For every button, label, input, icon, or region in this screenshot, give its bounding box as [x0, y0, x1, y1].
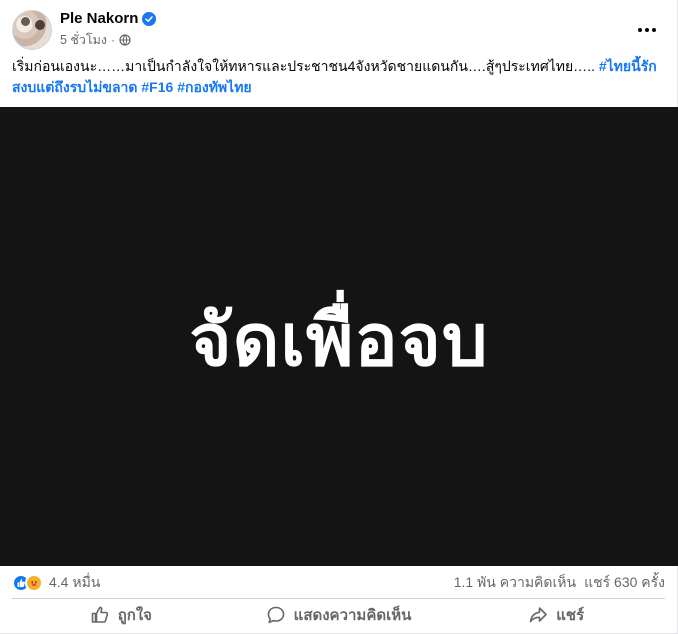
- post-text: เริ่มก่อนเองนะ……มาเป็นกำลังใจให้ทหารและป…: [12, 58, 595, 74]
- separator-dot: ·: [111, 33, 115, 47]
- share-count-link[interactable]: แชร์ 630 ครั้ง: [584, 572, 665, 594]
- verified-badge-icon: [142, 11, 157, 26]
- thumbs-up-icon: [91, 606, 108, 623]
- share-arrow-icon: [529, 607, 548, 623]
- share-label: แชร์: [556, 607, 585, 624]
- globe-icon[interactable]: [119, 34, 131, 46]
- post-timestamp[interactable]: 5 ชั่วโมง: [60, 30, 107, 50]
- post-card: Ple Nakorn 5 ชั่วโมง · เริ่มก่อนเองนะ……ม…: [0, 0, 678, 634]
- more-options-icon[interactable]: [633, 16, 661, 44]
- hashtag-link[interactable]: #กองทัพไทย: [177, 79, 251, 95]
- post-time-row: 5 ชั่วโมง ·: [60, 30, 156, 50]
- comment-bubble-icon: [267, 606, 284, 624]
- care-reaction-icon: [25, 574, 43, 592]
- action-bar: ถูกใจ แสดงความคิดเห็น แชร์: [12, 600, 665, 630]
- post-image[interactable]: จัดเพื่อจบ: [0, 107, 678, 566]
- comment-button[interactable]: แสดงความคิดเห็น: [230, 600, 448, 630]
- comment-label: แสดงความคิดเห็น: [293, 607, 412, 624]
- post-stats: 4.4 หมื่น 1.1 พัน ความคิดเห็น แชร์ 630 ค…: [12, 572, 665, 594]
- post-body: เริ่มก่อนเองนะ……มาเป็นกำลังใจให้ทหารและป…: [12, 56, 662, 98]
- author-name[interactable]: Ple Nakorn: [60, 10, 138, 27]
- post-meta: Ple Nakorn 5 ชั่วโมง ·: [60, 10, 157, 50]
- divider: [12, 598, 665, 599]
- like-label: ถูกใจ: [117, 607, 152, 624]
- author-avatar[interactable]: [12, 10, 52, 50]
- author-row: Ple Nakorn: [60, 10, 157, 27]
- hashtag-link[interactable]: #F16: [141, 79, 173, 95]
- share-button[interactable]: แชร์: [447, 600, 665, 630]
- image-caption-text: จัดเพื่อจบ: [189, 298, 489, 382]
- reactions-summary[interactable]: 4.4 หมื่น: [12, 572, 100, 594]
- like-button[interactable]: ถูกใจ: [12, 600, 230, 630]
- engagement-counts: 1.1 พัน ความคิดเห็น แชร์ 630 ครั้ง: [454, 572, 665, 594]
- reaction-count: 4.4 หมื่น: [49, 574, 101, 590]
- post-header: Ple Nakorn 5 ชั่วโมง ·: [12, 8, 665, 52]
- comment-count-link[interactable]: 1.1 พัน ความคิดเห็น: [454, 572, 576, 594]
